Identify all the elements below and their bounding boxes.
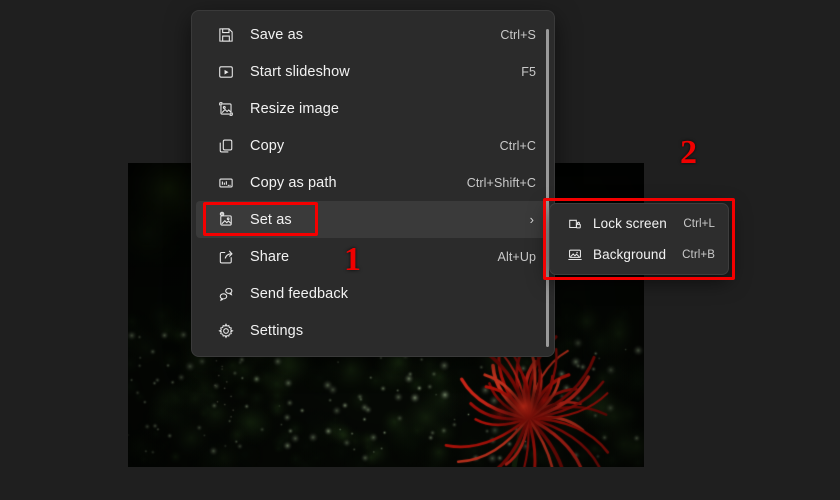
submenu-item-lock-screen[interactable]: Lock screen Ctrl+L	[553, 208, 725, 239]
context-menu-scrollbar[interactable]	[546, 29, 549, 347]
resize-image-icon	[216, 99, 236, 119]
menu-item-accelerator: Alt+Up	[498, 250, 536, 264]
menu-item-label: Copy as path	[250, 175, 467, 191]
menu-item-label: Send feedback	[250, 286, 536, 302]
menu-item-copy-as-path[interactable]: Copy as path Ctrl+Shift+C	[196, 164, 550, 201]
save-icon	[216, 25, 236, 45]
lock-screen-icon	[566, 215, 583, 232]
menu-item-save-as[interactable]: Save as Ctrl+S	[196, 16, 550, 53]
menu-item-label: Save as	[250, 27, 500, 43]
menu-item-label: Copy	[250, 138, 500, 154]
annotation-number-2: 2	[680, 136, 697, 170]
menu-item-label: Settings	[250, 323, 536, 339]
menu-item-set-as[interactable]: Set as ›	[196, 201, 550, 238]
menu-item-resize-image[interactable]: Resize image	[196, 90, 550, 127]
menu-item-copy[interactable]: Copy Ctrl+C	[196, 127, 550, 164]
submenu-item-accelerator: Ctrl+B	[682, 249, 715, 261]
menu-item-accelerator: Ctrl+S	[500, 28, 536, 42]
background-icon	[566, 246, 583, 263]
context-menu[interactable]: Save as Ctrl+S Start slideshow F5 Resize…	[191, 10, 555, 357]
submenu-item-background[interactable]: Background Ctrl+B	[553, 239, 725, 270]
slideshow-icon	[216, 62, 236, 82]
chevron-right-icon: ›	[530, 213, 536, 226]
menu-item-start-slideshow[interactable]: Start slideshow F5	[196, 53, 550, 90]
menu-item-label: Start slideshow	[250, 64, 521, 80]
menu-item-label: Share	[250, 249, 498, 265]
submenu-item-label: Lock screen	[593, 216, 683, 231]
menu-item-send-feedback[interactable]: Send feedback	[196, 275, 550, 312]
annotation-number-1: 1	[344, 243, 361, 277]
copy-icon	[216, 136, 236, 156]
copy-as-path-icon	[216, 173, 236, 193]
share-icon	[216, 247, 236, 267]
menu-item-settings[interactable]: Settings	[196, 312, 550, 349]
menu-item-accelerator: Ctrl+Shift+C	[467, 176, 536, 190]
menu-item-share[interactable]: Share Alt+Up	[196, 238, 550, 275]
menu-item-label: Resize image	[250, 101, 536, 117]
submenu-item-label: Background	[593, 247, 682, 262]
menu-item-label: Set as	[250, 212, 530, 228]
set-as-icon	[216, 210, 236, 230]
send-feedback-icon	[216, 284, 236, 304]
menu-item-accelerator: F5	[521, 65, 536, 79]
submenu-item-accelerator: Ctrl+L	[683, 218, 715, 230]
menu-item-accelerator: Ctrl+C	[500, 139, 536, 153]
settings-icon	[216, 321, 236, 341]
set-as-submenu[interactable]: Lock screen Ctrl+L Background Ctrl+B	[549, 203, 729, 275]
